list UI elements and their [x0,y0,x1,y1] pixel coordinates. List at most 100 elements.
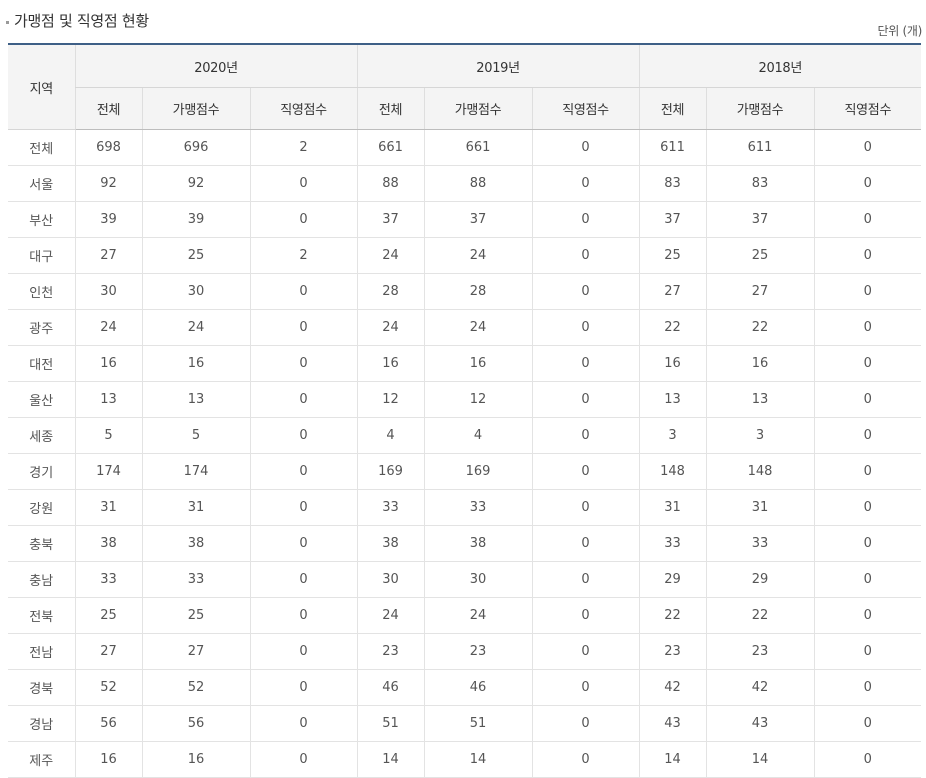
region-cell: 대전 [8,345,75,382]
value-cell: 13 [141,381,250,418]
region-cell: 부산 [8,201,75,238]
table-row: 전북 25 25 0 24 24 0 22 22 0 [8,597,922,634]
region-cell: 전체 [8,129,75,166]
table-row: 인천 30 30 0 28 28 0 27 27 0 [8,273,922,310]
value-cell: 43 [638,705,707,742]
region-cell: 제주 [8,741,75,778]
value-cell: 27 [638,273,707,310]
value-cell: 3 [705,417,815,454]
value-cell: 16 [74,741,142,778]
value-cell: 56 [74,705,142,742]
value-cell: 0 [249,741,358,778]
value-cell: 0 [531,669,640,706]
value-cell: 4 [423,417,533,454]
store-status-table: 지역 2020년 2019년 2018년 전체 가맹점수 직영점수 전체 가맹점… [8,43,922,778]
region-cell: 경북 [8,669,75,706]
value-cell: 29 [638,561,707,598]
value-cell: 31 [638,489,707,526]
value-cell: 0 [531,489,640,526]
value-cell: 27 [74,633,142,670]
value-cell: 22 [638,597,707,634]
value-cell: 83 [705,165,815,202]
value-cell: 0 [813,237,922,274]
page: 가맹점 및 직영점 현황 단위 (개) 지역 2020년 2019년 2018년… [0,0,926,778]
value-cell: 27 [141,633,250,670]
value-cell: 0 [813,129,922,166]
value-cell: 0 [249,633,358,670]
value-cell: 0 [249,669,358,706]
region-cell: 강원 [8,489,75,526]
value-cell: 0 [531,165,640,202]
value-cell: 698 [74,129,142,166]
subcol-header-franchise: 가맹점수 [705,87,815,130]
value-cell: 148 [638,453,707,490]
value-cell: 0 [531,309,640,346]
value-cell: 148 [705,453,815,490]
value-cell: 0 [813,705,922,742]
subcol-header-direct: 직영점수 [813,87,922,130]
value-cell: 30 [423,561,533,598]
value-cell: 92 [141,165,250,202]
region-cell: 인천 [8,273,75,310]
value-cell: 31 [705,489,815,526]
value-cell: 611 [705,129,815,166]
value-cell: 24 [356,237,425,274]
value-cell: 23 [705,633,815,670]
value-cell: 14 [423,741,533,778]
value-cell: 169 [423,453,533,490]
value-cell: 14 [638,741,707,778]
section-title: 가맹점 및 직영점 현황 [14,11,149,30]
value-cell: 52 [74,669,142,706]
value-cell: 28 [356,273,425,310]
region-cell: 경남 [8,705,75,742]
value-cell: 33 [74,561,142,598]
value-cell: 0 [531,129,640,166]
value-cell: 0 [813,273,922,310]
region-cell: 전북 [8,597,75,634]
value-cell: 169 [356,453,425,490]
value-cell: 46 [423,669,533,706]
year-header-2018: 2018년 [638,44,922,88]
value-cell: 88 [423,165,533,202]
region-cell: 세종 [8,417,75,454]
year-header-2019: 2019년 [356,44,640,88]
table-row: 부산 39 39 0 37 37 0 37 37 0 [8,201,922,238]
value-cell: 16 [141,741,250,778]
region-cell: 울산 [8,381,75,418]
value-cell: 56 [141,705,250,742]
value-cell: 0 [249,525,358,562]
value-cell: 51 [356,705,425,742]
value-cell: 42 [705,669,815,706]
value-cell: 0 [813,597,922,634]
table-row: 경기 174 174 0 169 169 0 148 148 0 [8,453,922,490]
value-cell: 25 [141,237,250,274]
value-cell: 0 [813,309,922,346]
value-cell: 3 [638,417,707,454]
value-cell: 14 [356,741,425,778]
region-cell: 충남 [8,561,75,598]
value-cell: 16 [356,345,425,382]
value-cell: 37 [705,201,815,238]
value-cell: 13 [705,381,815,418]
subcol-header-total: 전체 [638,87,707,130]
value-cell: 39 [74,201,142,238]
value-cell: 24 [74,309,142,346]
value-cell: 0 [813,417,922,454]
bullet-icon [6,20,9,24]
value-cell: 23 [638,633,707,670]
value-cell: 25 [638,237,707,274]
value-cell: 24 [141,309,250,346]
value-cell: 13 [74,381,142,418]
region-cell: 전남 [8,633,75,670]
value-cell: 22 [705,309,815,346]
value-cell: 88 [356,165,425,202]
value-cell: 12 [356,381,425,418]
value-cell: 43 [705,705,815,742]
table-row: 제주 16 16 0 14 14 0 14 14 0 [8,741,922,778]
value-cell: 24 [423,597,533,634]
value-cell: 0 [249,489,358,526]
value-cell: 33 [356,489,425,526]
value-cell: 0 [531,705,640,742]
value-cell: 22 [638,309,707,346]
value-cell: 30 [141,273,250,310]
